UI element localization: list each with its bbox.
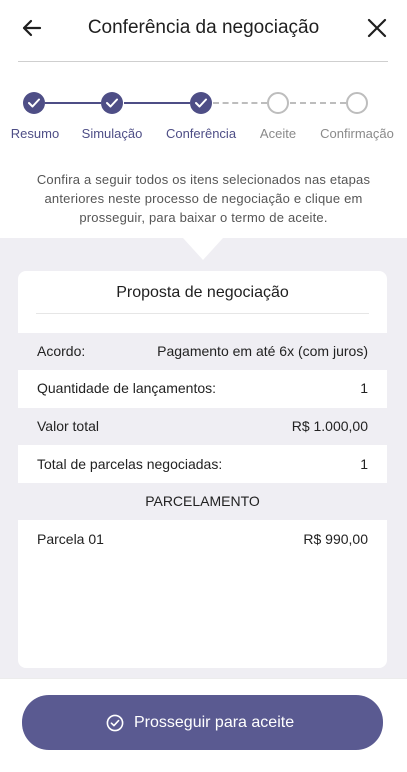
- step-connector: [124, 102, 190, 104]
- step-simulacao: [101, 92, 123, 114]
- check-icon: [195, 98, 207, 108]
- section-header-parcelamento: PARCELAMENTO: [18, 483, 387, 520]
- check-icon: [106, 98, 118, 108]
- step-connector: [213, 102, 267, 104]
- step-connector: [290, 102, 346, 104]
- close-button[interactable]: [366, 17, 388, 39]
- detail-row-total-parcelas: Total de parcelas negociadas: 1: [18, 446, 387, 483]
- proceed-button-label: Prosseguir para aceite: [134, 714, 295, 731]
- row-label: Parcela 01: [37, 531, 104, 547]
- step-aceite: [267, 92, 289, 114]
- card-title: Proposta de negociação: [116, 284, 289, 301]
- step-label: Confirmação: [320, 126, 394, 141]
- step-confirmacao: [346, 92, 368, 114]
- detail-row-quantidade: Quantidade de lançamentos: 1: [18, 370, 387, 407]
- step-label: Conferência: [165, 126, 237, 141]
- close-icon: [367, 18, 387, 38]
- step-label: Aceite: [259, 126, 297, 141]
- header-divider: [18, 61, 388, 62]
- page-title: Conferência da negociação: [87, 17, 320, 38]
- pointer-notch: [183, 238, 223, 260]
- arrow-left-icon: [22, 19, 42, 37]
- section-title: PARCELAMENTO: [145, 493, 260, 509]
- proceed-button[interactable]: Prosseguir para aceite: [22, 695, 383, 750]
- card-divider: [36, 313, 369, 314]
- row-label: Total de parcelas negociadas:: [37, 456, 223, 472]
- step-label: Simulação: [81, 126, 143, 141]
- check-icon: [28, 98, 40, 108]
- row-label: Acordo:: [37, 343, 86, 359]
- step-resumo: [23, 92, 45, 114]
- check-circle-icon: [106, 714, 124, 732]
- header: Conferência da negociação: [0, 0, 407, 62]
- row-value: 1: [360, 456, 368, 472]
- stepper: Resumo Simulação Conferência Aceite Conf…: [0, 90, 407, 150]
- row-value: Pagamento em até 6x (com juros): [157, 343, 368, 359]
- back-button[interactable]: [20, 16, 44, 40]
- step-label: Resumo: [10, 126, 60, 141]
- row-label: Valor total: [37, 418, 99, 434]
- step-connector: [45, 102, 101, 104]
- row-value: 1: [360, 380, 368, 396]
- row-value: R$ 990,00: [303, 531, 368, 547]
- intro-text: Confira a seguir todos os itens selecion…: [36, 172, 371, 225]
- detail-row-valor-total: Valor total R$ 1.000,00: [18, 408, 387, 445]
- step-conferencia: [190, 92, 212, 114]
- proposal-card: Proposta de negociação Acordo: Pagamento…: [18, 271, 387, 668]
- installment-row: Parcela 01 R$ 990,00: [18, 521, 387, 558]
- detail-row-acordo: Acordo: Pagamento em até 6x (com juros): [18, 333, 387, 370]
- row-value: R$ 1.000,00: [291, 418, 368, 434]
- row-label: Quantidade de lançamentos:: [37, 380, 217, 396]
